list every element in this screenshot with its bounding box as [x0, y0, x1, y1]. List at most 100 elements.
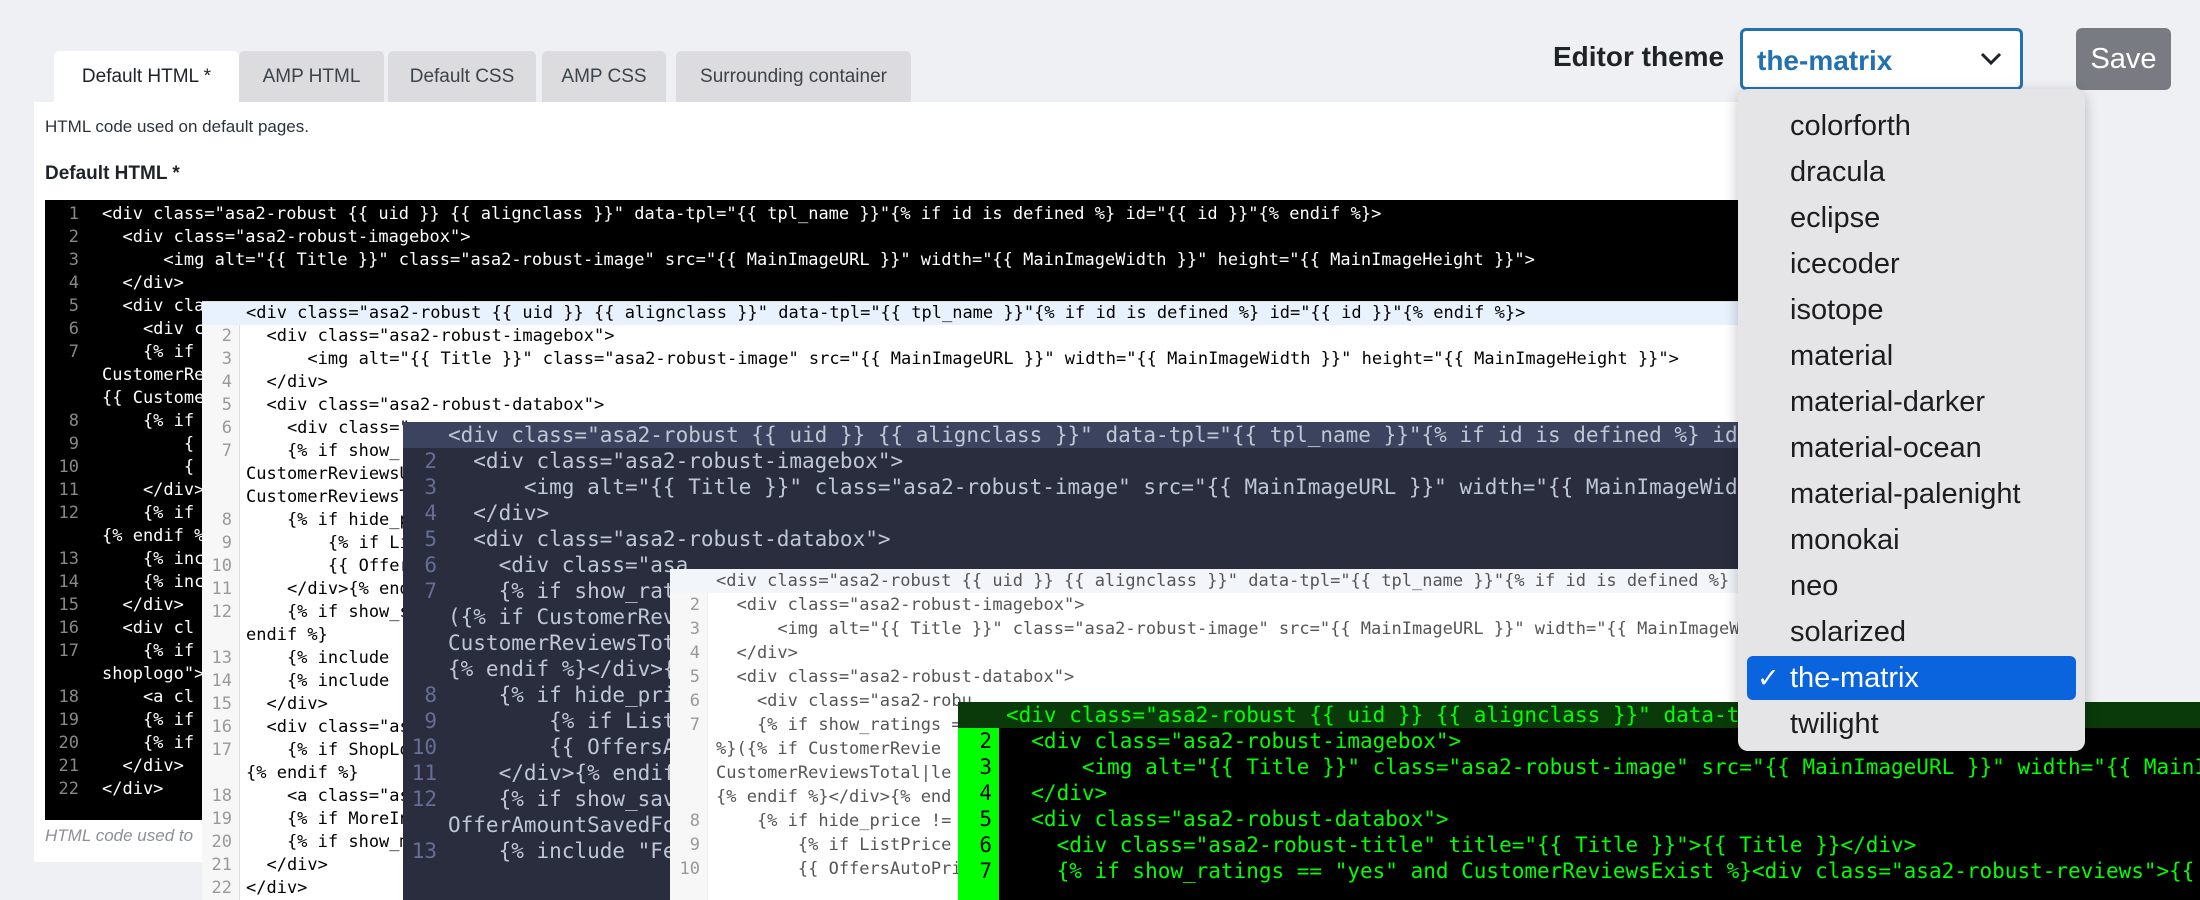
theme-option-label: dracula [1790, 156, 1886, 188]
code-line[interactable]: <div class="asa2-robust {{ uid }} {{ ali… [202, 302, 1750, 325]
code-line-text: <img alt="{{ Title }}" class="asa2-robus… [448, 475, 1750, 499]
theme-option-monokai[interactable]: monokai [1747, 518, 2076, 562]
checkmark-icon: ✓ [1757, 663, 1780, 693]
code-line-text: {% if ListP [448, 709, 689, 733]
code-line-text: {% endif %} [246, 763, 359, 783]
code-line-text: </div>{% endif [448, 761, 676, 785]
code-line-text: <div class="asa2-robust-imagebox"> [102, 227, 471, 247]
code-line[interactable]: <div class="asa2-robust-databox"> [202, 394, 1750, 417]
code-line-text: {{ OffersAu [448, 735, 689, 759]
code-line[interactable]: </div> [45, 272, 1750, 295]
tab-surrounding-container[interactable]: Surrounding container [676, 51, 911, 102]
save-button[interactable]: Save [2076, 28, 2171, 90]
code-line[interactable]: <div class="asa2-robust-imagebox"> [45, 226, 1750, 249]
code-line[interactable]: </div> [202, 371, 1750, 394]
code-line[interactable]: <div class="asa2-robust-imagebox"> [403, 448, 1750, 474]
code-line-text: <div cla [102, 296, 205, 316]
code-line[interactable]: {% if show_ratings == "yes" and Customer… [958, 858, 2200, 884]
editor-theme-select[interactable]: the-matrix [1740, 28, 2023, 90]
code-line-text: <a class="as [246, 786, 410, 806]
code-line-text: {% if [102, 710, 195, 730]
code-line-text: {% if show_ [246, 441, 400, 461]
code-line-text: endif %} [246, 625, 328, 645]
code-line[interactable]: <div class="asa2-robust-databox"> [958, 806, 2200, 832]
theme-option-label: the-matrix [1790, 662, 1919, 694]
theme-option-material-ocean[interactable]: material-ocean [1747, 426, 2076, 470]
code-line[interactable]: </div> [670, 641, 1750, 665]
theme-option-material-darker[interactable]: material-darker [1747, 380, 2076, 424]
code-line-text: {% if MoreIn [246, 809, 410, 829]
tab-default-css[interactable]: Default CSS [388, 51, 536, 102]
theme-option-label: material-ocean [1790, 432, 1982, 464]
theme-option-twilight[interactable]: twilight [1747, 702, 2076, 746]
code-line-text: </div> [102, 779, 164, 799]
code-line[interactable]: <div class="asa2-robust-databox"> [670, 665, 1750, 689]
code-line-text: {% if hide_pric [448, 683, 689, 707]
code-line[interactable]: </div> [958, 780, 2200, 806]
code-line-text: ({% if CustomerRevi [448, 605, 689, 629]
code-line-text: {% inc [102, 549, 205, 569]
code-line-text: {% if [102, 342, 195, 362]
code-line-text: <a cl [102, 687, 195, 707]
code-line-text: {% if show_s [246, 602, 410, 622]
code-line[interactable]: <div class="asa2-robust {{ uid }} {{ ali… [670, 569, 1750, 593]
code-line-text: {{ Custome [102, 388, 205, 408]
code-line-text: </div> [246, 855, 328, 875]
code-line-text: %}({% if CustomerRevie [716, 739, 942, 759]
theme-option-label: icecoder [1790, 248, 1900, 280]
code-line-text: <img alt="{{ Title }}" class="asa2-robus… [102, 250, 1535, 270]
code-line[interactable]: <div class="asa2-robust {{ uid }} {{ ali… [45, 203, 1750, 226]
code-line-text: <div class="asa2-robust-databox"> [1006, 807, 1449, 831]
code-line[interactable]: <img alt="{{ Title }}" class="asa2-robus… [202, 348, 1750, 371]
code-line-text: {{ Offer [246, 556, 410, 576]
code-line[interactable]: <div class="asa2-robust-imagebox"> [670, 593, 1750, 617]
theme-option-dracula[interactable]: dracula [1747, 150, 2076, 194]
editor-theme-label: Editor theme [1553, 41, 1725, 72]
field-description: HTML code used on default pages. [45, 117, 309, 136]
theme-option-colorforth[interactable]: colorforth [1747, 104, 2076, 148]
code-line[interactable]: <img alt="{{ Title }}" class="asa2-robus… [45, 249, 1750, 272]
code-line-text: <div class="asa2-robust-databox"> [716, 667, 1075, 687]
theme-option-solarized[interactable]: solarized [1747, 610, 2076, 654]
theme-option-label: twilight [1790, 708, 1879, 740]
theme-option-material-palenight[interactable]: material-palenight [1747, 472, 2076, 516]
code-line-text: {% if show_rati [448, 579, 689, 603]
code-line-text: {% if hide_price != [716, 811, 952, 831]
theme-option-label: isotope [1790, 294, 1884, 326]
code-line-text: <img alt="{{ Title }}" class="asa2-robus… [246, 349, 1679, 369]
code-line[interactable]: <div class="asa2-robust-imagebox"> [202, 325, 1750, 348]
theme-option-material[interactable]: material [1747, 334, 2076, 378]
theme-option-label: material [1790, 340, 1894, 372]
code-line-text: <div class="asa2-robust-databox"> [246, 395, 605, 415]
theme-option-the-matrix[interactable]: ✓ the-matrix [1747, 656, 2076, 700]
code-line-text: <img alt="{{ Title }}" class="asa2-robus… [716, 619, 1750, 639]
theme-option-label: eclipse [1790, 202, 1881, 234]
theme-option-eclipse[interactable]: eclipse [1747, 196, 2076, 240]
theme-option-label: material-darker [1790, 386, 1985, 418]
code-line-text: {% endif % [102, 526, 205, 546]
code-line-text: {% if show_savi [448, 787, 689, 811]
code-line[interactable]: <div class="asa2-robust-databox"> [403, 526, 1750, 552]
code-line-text: {% include ' [246, 648, 410, 668]
theme-option-isotope[interactable]: isotope [1747, 288, 2076, 332]
code-line[interactable]: <img alt="{{ Title }}" class="asa2-robus… [958, 754, 2200, 780]
theme-option-neo[interactable]: neo [1747, 564, 2076, 608]
code-line[interactable]: <div class="asa2-robust {{ uid }} {{ ali… [403, 422, 1750, 448]
code-line[interactable]: </div> [403, 500, 1750, 526]
code-line-text: CustomerReviewsT [246, 487, 410, 507]
code-line[interactable]: <img alt="{{ Title }}" class="asa2-robus… [403, 474, 1750, 500]
code-line-text: <div class="asa2-robust {{ uid }} {{ ali… [716, 571, 1730, 591]
code-line-text: {% include "Fea [448, 839, 689, 863]
tab-amp-html[interactable]: AMP HTML [239, 51, 384, 102]
code-line-text: CustomerRe [102, 365, 205, 385]
code-line[interactable]: <img alt="{{ Title }}" class="asa2-robus… [670, 617, 1750, 641]
theme-option-icecoder[interactable]: icecoder [1747, 242, 2076, 286]
code-line-text: </div> [716, 643, 798, 663]
code-line-text: <div c [102, 319, 205, 339]
code-line[interactable]: <div class="asa2-robust-title" title="{{… [958, 832, 2200, 858]
tab-amp-css[interactable]: AMP CSS [542, 51, 666, 102]
code-line-text: {% if show_ratings = [716, 715, 962, 735]
theme-dropdown-menu: colorforth dracula eclipse icecoder isotope m… [1738, 89, 2085, 751]
tab-default-html[interactable]: Default HTML * [54, 51, 239, 102]
code-line-text: </div>{% end [246, 579, 410, 599]
